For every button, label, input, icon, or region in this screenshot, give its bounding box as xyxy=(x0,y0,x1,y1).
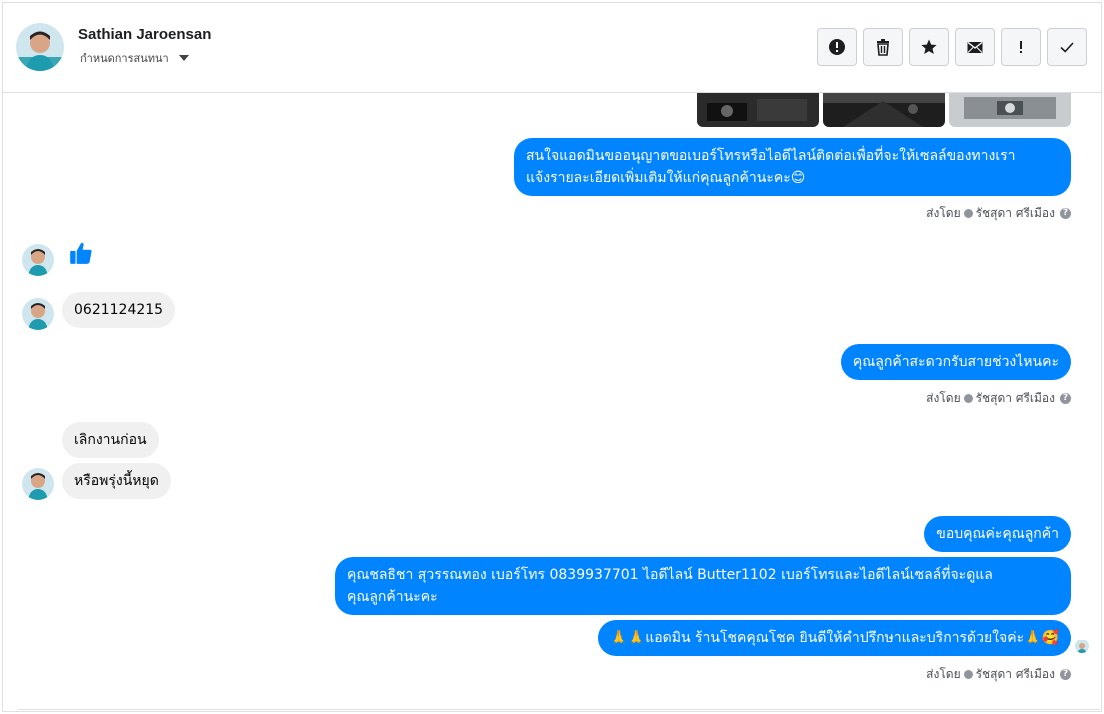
conversation-header: Sathian Jaroensan กำหนดการสนทนา xyxy=(3,3,1101,93)
message-text: 0621124215 xyxy=(74,302,164,318)
photo-attachment[interactable] xyxy=(949,93,1071,127)
outgoing-message[interactable]: ขอบคุณค่ะคุณลูกค้า xyxy=(924,516,1071,552)
contact-avatar[interactable] xyxy=(16,23,64,71)
message-thread[interactable]: สนใจแอดมินขออนุญาตขอเบอร์โทรหรือไอดีไลน์… xyxy=(3,93,1101,711)
sent-by-label: ส่งโดย รัชสุดา ศรีเมือง ? xyxy=(926,389,1071,408)
sent-by-label: ส่งโดย รัชสุดา ศรีเมือง ? xyxy=(926,204,1071,223)
contact-avatar-small[interactable] xyxy=(22,244,54,276)
outgoing-message[interactable]: คุณลูกค้าสะดวกรับสายช่วงไหนคะ xyxy=(840,344,1071,380)
assign-label: กำหนดการสนทนา xyxy=(80,52,169,65)
photo-attachments xyxy=(697,93,1071,127)
message-text: คุณลูกค้านะคะ xyxy=(347,589,438,605)
mark-done-button[interactable] xyxy=(1047,28,1087,66)
help-icon[interactable]: ? xyxy=(1060,393,1071,404)
sent-by-prefix: ส่งโดย xyxy=(926,391,961,405)
mark-spam-button[interactable] xyxy=(817,28,857,66)
outgoing-message[interactable]: 🙏🙏แอดมิน ร้านโชคคุณโชค ยินดีให้คำปรึกษาแ… xyxy=(598,620,1071,656)
message-text: หรือพรุ่งนี้หยุด xyxy=(74,473,159,489)
message-text: ขอบคุณค่ะคุณลูกค้า xyxy=(936,526,1059,542)
trash-icon xyxy=(877,39,889,56)
status-dot-icon xyxy=(963,670,973,679)
sent-by-prefix: ส่งโดย xyxy=(926,667,961,681)
follow-up-button[interactable] xyxy=(1001,28,1041,66)
message-text: สนใจแอดมินขออนุญาตขอเบอร์โทรหรือไอดีไลน์… xyxy=(526,148,1016,164)
sent-by-agent[interactable]: รัชสุดา ศรีเมือง xyxy=(976,665,1055,684)
incoming-message[interactable]: 0621124215 xyxy=(62,292,176,328)
sent-by-prefix: ส่งโดย xyxy=(926,206,961,220)
sent-by-label: ส่งโดย รัชสุดา ศรีเมือง ? xyxy=(926,665,1071,684)
contact-avatar-small[interactable] xyxy=(22,298,54,330)
star-button[interactable] xyxy=(909,28,949,66)
exclamation-icon xyxy=(1020,41,1022,53)
photo-attachment[interactable] xyxy=(823,93,945,127)
message-text: เลิกงานก่อน xyxy=(74,432,147,448)
message-text: แจ้งรายละเอียดเพิ่มเติมให้แก่คุณลูกค้านะ… xyxy=(526,170,806,186)
incoming-message[interactable]: หรือพรุ่งนี้หยุด xyxy=(62,463,171,499)
like-sticker[interactable] xyxy=(68,240,94,270)
outgoing-message[interactable]: คุณชลธิชา สุวรรณทอง เบอร์โทร 0839937701 … xyxy=(335,557,1071,615)
read-receipt-avatar xyxy=(1075,639,1089,653)
alert-circle-icon xyxy=(829,39,845,55)
star-icon xyxy=(921,39,937,54)
thumbs-up-icon xyxy=(70,242,92,264)
assign-conversation-dropdown[interactable]: กำหนดการสนทนา xyxy=(80,49,189,67)
mark-unread-button[interactable] xyxy=(955,28,995,66)
conversation-panel: Sathian Jaroensan กำหนดการสนทนา สนใจแอดม… xyxy=(2,2,1102,712)
contact-name[interactable]: Sathian Jaroensan xyxy=(78,26,211,43)
message-text: คุณลูกค้าสะดวกรับสายช่วงไหนคะ xyxy=(852,354,1059,370)
message-text: คุณชลธิชา สุวรรณทอง เบอร์โทร 0839937701 … xyxy=(347,567,993,583)
sent-by-agent[interactable]: รัชสุดา ศรีเมือง xyxy=(976,204,1055,223)
divider xyxy=(18,709,1100,710)
outgoing-message[interactable]: สนใจแอดมินขออนุญาตขอเบอร์โทรหรือไอดีไลน์… xyxy=(514,138,1071,196)
photo-attachment[interactable] xyxy=(697,93,819,127)
help-icon[interactable]: ? xyxy=(1060,208,1071,219)
envelope-icon xyxy=(967,41,983,53)
header-actions xyxy=(817,28,1087,66)
help-icon[interactable]: ? xyxy=(1060,669,1071,680)
status-dot-icon xyxy=(963,209,973,218)
message-text: 🙏🙏แอดมิน ร้านโชคคุณโชค ยินดีให้คำปรึกษาแ… xyxy=(610,630,1059,646)
incoming-message[interactable]: เลิกงานก่อน xyxy=(62,422,159,458)
caret-down-icon xyxy=(178,55,189,61)
check-icon xyxy=(1060,42,1074,53)
contact-avatar-small[interactable] xyxy=(22,468,54,500)
sent-by-agent[interactable]: รัชสุดา ศรีเมือง xyxy=(976,389,1055,408)
delete-button[interactable] xyxy=(863,28,903,66)
status-dot-icon xyxy=(963,394,973,403)
